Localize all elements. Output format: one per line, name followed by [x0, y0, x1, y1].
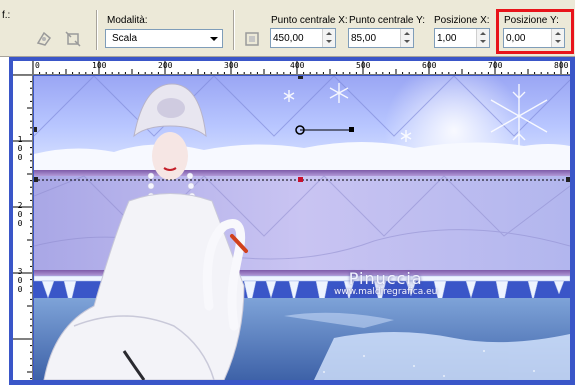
center-x-input[interactable] — [270, 28, 336, 48]
ruler-digit: 0 — [17, 210, 23, 219]
tool-options-bar: f.: Modalità: Scala Punto centrale X: Pu… — [0, 0, 575, 57]
center-x-field[interactable] — [273, 31, 327, 45]
highlight-box — [496, 9, 574, 54]
ruler-label: 100 — [92, 61, 107, 70]
arrow-up-icon[interactable] — [326, 32, 332, 35]
ruler-digit: 1 — [17, 135, 23, 144]
ruler-digit: 0 — [17, 285, 23, 294]
center-y-input[interactable] — [348, 28, 414, 48]
ruler-digit: 0 — [17, 153, 23, 162]
ruler-digit: 0 — [17, 144, 23, 153]
center-y-stepper[interactable] — [400, 29, 413, 47]
transform-icon-1 — [36, 31, 52, 46]
transform-icon-2 — [65, 31, 81, 47]
watermark-title: Pinuccia — [348, 269, 423, 288]
vertical-ruler: 1 0 0 2 0 0 3 0 0 — [13, 75, 33, 380]
pos-x-stepper[interactable] — [476, 29, 489, 47]
center-x-stepper[interactable] — [322, 29, 335, 47]
toolbar-separator — [233, 10, 235, 50]
ruler-label: 1 0 0 — [15, 135, 25, 162]
center-y-label: Punto centrale Y: — [349, 15, 425, 26]
arrow-down-icon[interactable] — [404, 40, 410, 43]
ruler-label: 200 — [158, 61, 173, 70]
ruler-label: 400 — [290, 61, 305, 70]
reset-icon — [245, 32, 259, 46]
ruler-digit: 0 — [17, 276, 23, 285]
ruler-label: 0 — [35, 61, 40, 70]
ruler-digit: 0 — [17, 219, 23, 228]
ruler-label: 3 0 0 — [15, 267, 25, 294]
ruler-corner — [13, 61, 33, 75]
arrow-up-icon[interactable] — [480, 32, 486, 35]
image-artwork — [34, 76, 570, 380]
ruler-digit: 2 — [17, 201, 23, 210]
partial-label: f.: — [2, 10, 11, 21]
pos-x-label: Posizione X: — [434, 15, 490, 26]
horizontal-ruler: 0 100 200 300 400 500 600 700 800 — [33, 61, 570, 75]
ruler-label: 800 — [554, 61, 569, 70]
ruler-label: 300 — [224, 61, 239, 70]
transform-button-1[interactable] — [33, 28, 53, 48]
transform-button-2[interactable] — [62, 28, 82, 48]
document-image[interactable]: Pinuccia www.maldiregrafica.eu — [34, 76, 570, 380]
arrow-down-icon[interactable] — [326, 40, 332, 43]
mode-value: Scala — [112, 33, 138, 44]
arrow-up-icon[interactable] — [404, 32, 410, 35]
chevron-down-icon — [210, 37, 218, 41]
reset-button[interactable] — [241, 28, 261, 48]
watermark-url: www.maldiregrafica.eu — [334, 287, 438, 297]
ruler-label: 2 0 0 — [15, 201, 25, 228]
pos-x-input[interactable] — [434, 28, 490, 48]
ruler-digit: 3 — [17, 267, 23, 276]
center-x-label: Punto centrale X: — [271, 15, 348, 26]
ruler-label: 600 — [422, 61, 437, 70]
mode-dropdown[interactable]: Scala — [105, 29, 223, 48]
pos-x-field[interactable] — [437, 31, 479, 45]
center-y-field[interactable] — [351, 31, 405, 45]
ruler-label: 700 — [488, 61, 503, 70]
mode-label: Modalità: — [107, 15, 148, 26]
watermark: Pinuccia www.maldiregrafica.eu — [334, 269, 437, 297]
arrow-down-icon[interactable] — [480, 40, 486, 43]
toolbar-separator — [96, 10, 98, 50]
ruler-label: 500 — [356, 61, 371, 70]
